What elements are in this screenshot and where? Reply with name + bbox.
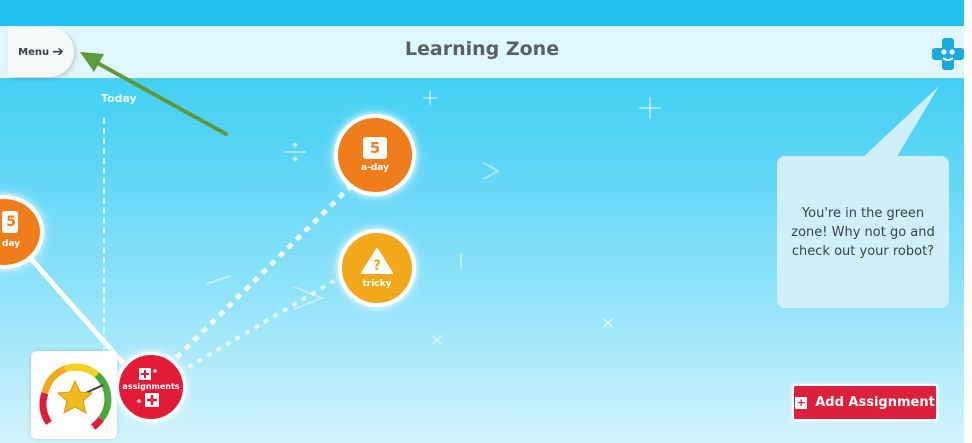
robot-logo-icon[interactable] [930,36,966,72]
node-label: assignments [122,381,180,391]
learning-zone-canvas: Learning Zone Menu ➔ Today 5 a-day ? tri… [0,0,972,443]
add-assignment-button[interactable]: + Add Assignment [792,384,938,421]
progress-gauge[interactable] [31,351,117,439]
path-connector [22,249,125,365]
right-edge [964,0,972,443]
path-dots [178,273,346,374]
menu-button[interactable]: Menu ➔ [8,27,74,77]
node-tricky[interactable]: ? tricky [338,229,416,307]
node-label: day [2,239,21,249]
star-icon [56,379,94,414]
menu-label: Menu [18,46,50,58]
calendar-icon: 5 [2,211,18,233]
timeline-dashed-line [103,118,105,363]
speech-bubble-tail [860,86,939,160]
arrow-right-icon: ➔ [52,44,64,60]
node-assignments[interactable]: assignments [116,352,186,422]
page-title: Learning Zone [404,38,560,60]
deco-greater [293,286,325,310]
path-dots [170,183,354,364]
warning-triangle-icon: ? [361,248,393,274]
node-label: tricky [362,279,392,289]
plus-icon [137,392,159,407]
speech-bubble-text: You're in the green zone! Why not go and… [791,205,935,259]
calendar-icon: 5 [363,137,387,159]
today-label: Today [101,92,137,105]
node-label: a-day [361,163,389,173]
add-assignment-label: Add Assignment [815,395,935,410]
plus-icon [139,367,157,380]
robot-speech-bubble: You're in the green zone! Why not go and… [777,156,949,308]
node-five-a-day[interactable]: 5 a-day [334,114,416,196]
header-bar: Learning Zone [0,26,964,78]
warning-symbol: ? [373,258,381,274]
gauge-dial [39,363,112,430]
deco-line [206,275,231,285]
deco-greater [483,162,501,180]
plus-box-icon: + [795,395,808,409]
